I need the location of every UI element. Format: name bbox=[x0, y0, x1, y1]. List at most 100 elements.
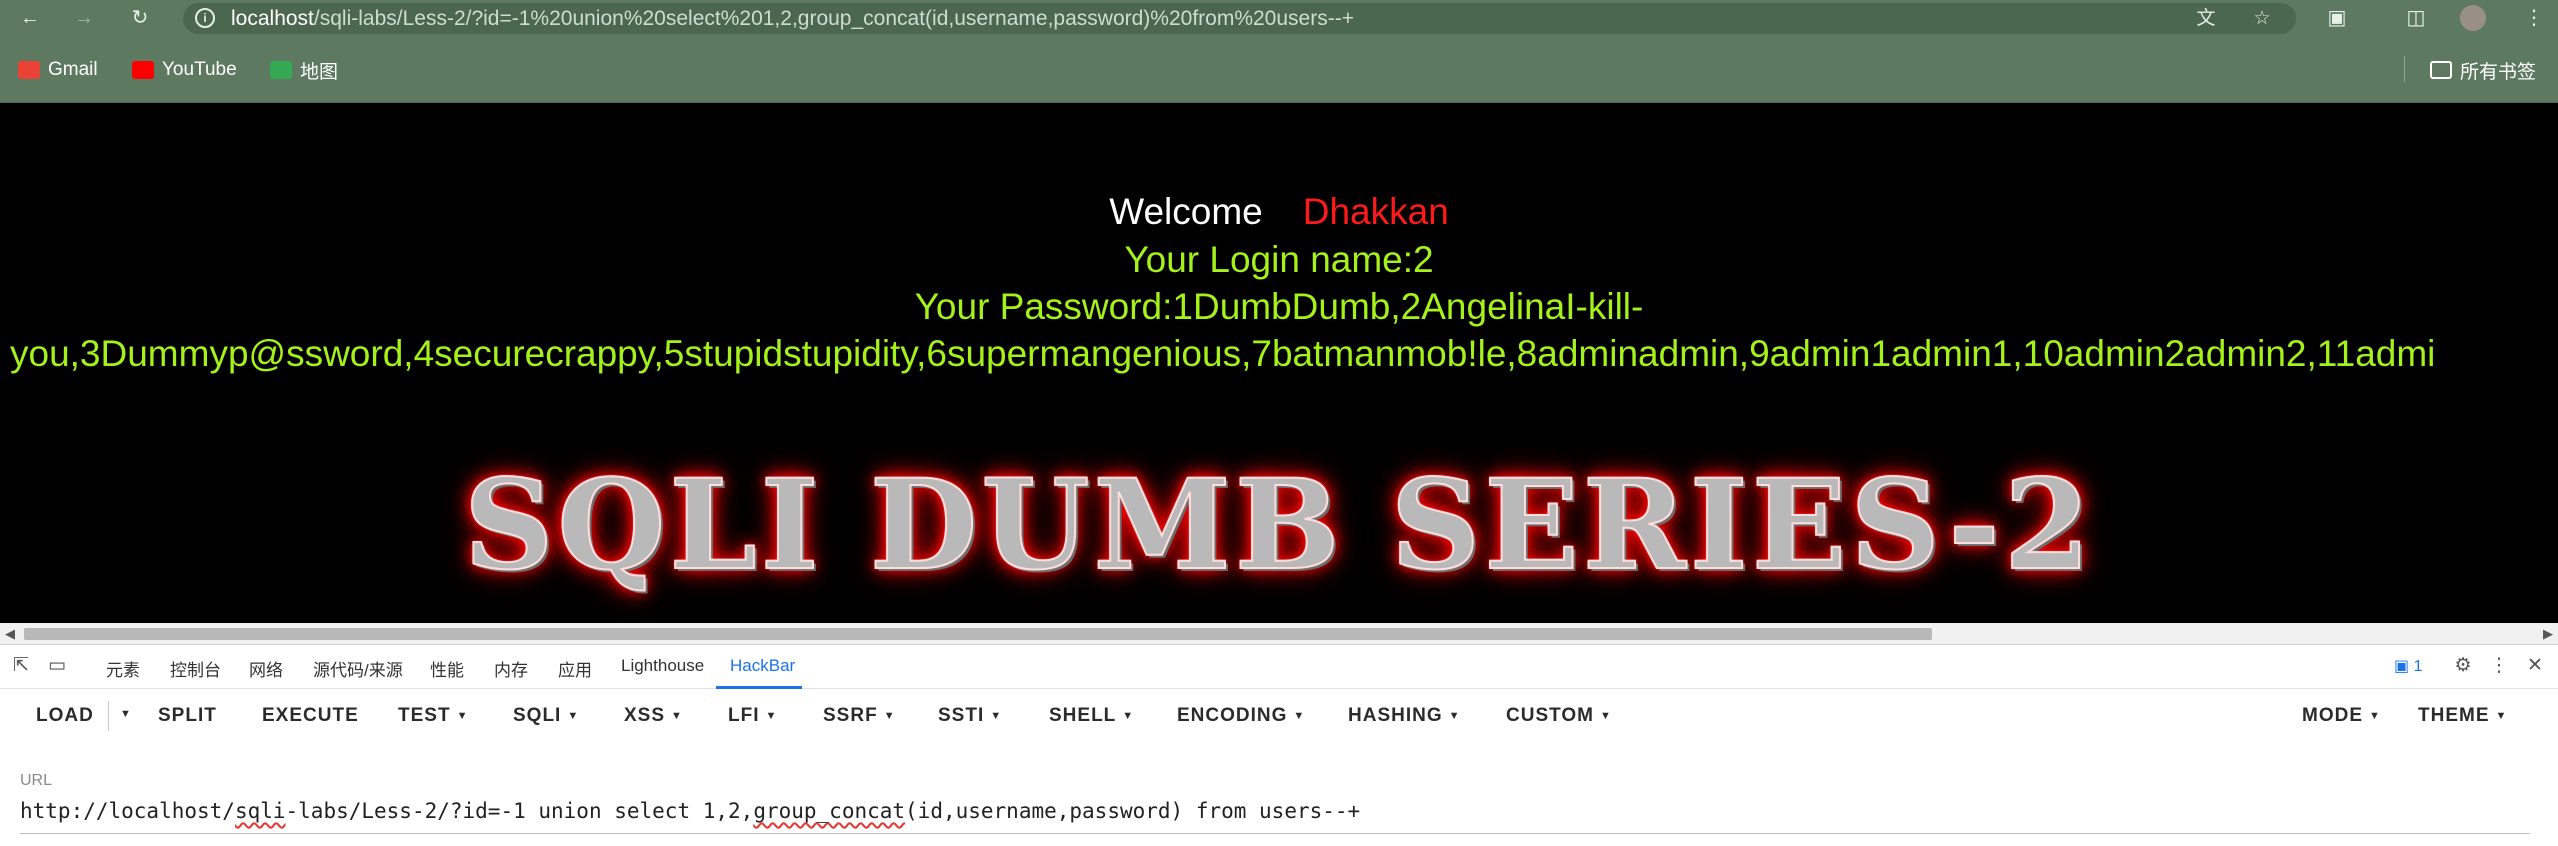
caret-down-icon: ▼ bbox=[567, 709, 580, 722]
devtools-tabbar: ⇱ ▭ 元素 控制台 网络 源代码/来源 性能 内存 应用 Lighthouse… bbox=[0, 644, 2558, 689]
tab-hackbar[interactable]: HackBar bbox=[730, 656, 795, 676]
url-host: localhost bbox=[231, 7, 314, 30]
caret-down-icon: ▼ bbox=[120, 707, 132, 720]
caret-down-icon: ▼ bbox=[883, 709, 896, 722]
forward-arrow-icon[interactable]: → bbox=[70, 4, 98, 32]
load-dropdown-toggle[interactable]: ▼ bbox=[114, 703, 132, 725]
scroll-right-icon[interactable]: ▶ bbox=[2538, 623, 2558, 644]
bookmark-youtube[interactable]: YouTube bbox=[132, 58, 237, 82]
url-part-misspelled: group_concat bbox=[753, 799, 906, 823]
caret-down-icon: ▼ bbox=[2495, 709, 2508, 722]
scrollbar-thumb[interactable] bbox=[24, 628, 1932, 640]
device-toolbar-icon[interactable]: ▭ bbox=[44, 653, 70, 679]
encoding-menu[interactable]: ENCODING ▼ bbox=[1177, 705, 1305, 727]
series-banner: SQLI DUMB SERIES-2 bbox=[463, 452, 2095, 599]
sqli-menu[interactable]: SQLI ▼ bbox=[513, 705, 579, 727]
hashing-menu[interactable]: HASHING ▼ bbox=[1348, 705, 1461, 727]
bookmarks-bar: Gmail YouTube 地图 所有书签 bbox=[0, 36, 2558, 103]
inspect-element-icon[interactable]: ⇱ bbox=[8, 653, 34, 679]
url-input[interactable]: http://localhost/sqli-labs/Less-2/?id=-1… bbox=[20, 799, 1360, 823]
page-content: Welcome Dhakkan Your Login name:2 Your Pa… bbox=[0, 103, 2558, 623]
caret-down-icon: ▼ bbox=[1122, 709, 1135, 722]
welcome-name: Dhakkan bbox=[1302, 191, 1449, 232]
browser-toolbar: ← → ↻ i localhost/sqli-labs/Less-2/?id=-… bbox=[0, 0, 2558, 36]
address-bar[interactable]: i localhost/sqli-labs/Less-2/?id=-1%20un… bbox=[183, 3, 2296, 34]
url-part: http://localhost/ bbox=[20, 799, 235, 823]
test-menu[interactable]: TEST ▼ bbox=[398, 705, 468, 727]
translate-icon[interactable]: 文 bbox=[2193, 6, 2219, 32]
caret-down-icon: ▼ bbox=[456, 709, 469, 722]
xss-menu-label: XSS bbox=[624, 705, 666, 726]
bookmark-label: Gmail bbox=[48, 59, 98, 80]
gmail-icon bbox=[18, 61, 40, 79]
ssrf-menu-label: SSRF bbox=[823, 705, 878, 726]
url-label: URL bbox=[20, 772, 53, 789]
bookmark-label: 地图 bbox=[300, 61, 339, 83]
lfi-menu[interactable]: LFI ▼ bbox=[728, 705, 777, 727]
custom-menu[interactable]: CUSTOM ▼ bbox=[1506, 705, 1612, 727]
address-url[interactable]: localhost/sqli-labs/Less-2/?id=-1%20unio… bbox=[231, 7, 1354, 31]
caret-down-icon: ▼ bbox=[1293, 709, 1306, 722]
url-part: -labs/Less-2/?id=-1 union select 1,2, bbox=[285, 799, 754, 823]
theme-menu[interactable]: THEME ▼ bbox=[2418, 705, 2507, 727]
all-bookmarks[interactable]: 所有书签 bbox=[2430, 58, 2537, 83]
hackbar-menu: LOAD ▼ SPLIT EXECUTE TEST ▼ SQLI ▼ XSS ▼ LF… bbox=[0, 689, 2558, 745]
all-bookmarks-label: 所有书签 bbox=[2460, 61, 2537, 83]
caret-down-icon: ▼ bbox=[765, 709, 778, 722]
youtube-icon bbox=[132, 61, 154, 79]
password-line: Your Password:1DumbDumb,2AngelinaI-kill- bbox=[914, 286, 1644, 327]
tab-memory[interactable]: 内存 bbox=[494, 656, 528, 681]
tab-application[interactable]: 应用 bbox=[558, 656, 592, 681]
xss-menu[interactable]: XSS ▼ bbox=[624, 705, 683, 727]
back-arrow-icon[interactable]: ← bbox=[16, 4, 44, 32]
encoding-menu-label: ENCODING bbox=[1177, 705, 1288, 726]
caret-down-icon: ▼ bbox=[2369, 709, 2381, 722]
hashing-menu-label: HASHING bbox=[1348, 705, 1443, 726]
ssrf-menu[interactable]: SSRF ▼ bbox=[823, 705, 896, 727]
theme-menu-label: THEME bbox=[2418, 705, 2490, 726]
caret-down-icon: ▼ bbox=[990, 709, 1003, 722]
close-icon[interactable]: ✕ bbox=[2522, 653, 2548, 679]
password-line-continued: you,3Dummyp@ssword,4securecrappy,5stupid… bbox=[10, 333, 2436, 374]
settings-gear-icon[interactable]: ⚙ bbox=[2450, 653, 2476, 679]
hackbar-url-panel: URL http://localhost/sqli-labs/Less-2/?i… bbox=[0, 745, 2558, 846]
bookmark-maps[interactable]: 地图 bbox=[270, 58, 339, 83]
issues-badge[interactable]: ▣ 1 bbox=[2394, 656, 2422, 676]
caret-down-icon: ▼ bbox=[1599, 709, 1612, 722]
tab-sources[interactable]: 源代码/来源 bbox=[313, 656, 403, 681]
mode-menu[interactable]: MODE ▼ bbox=[2302, 705, 2381, 727]
custom-menu-label: CUSTOM bbox=[1506, 705, 1594, 726]
ssti-menu[interactable]: SSTI ▼ bbox=[938, 705, 1002, 727]
issues-count: 1 bbox=[2413, 658, 2423, 675]
tab-elements[interactable]: 元素 bbox=[106, 656, 140, 681]
lfi-menu-label: LFI bbox=[728, 705, 760, 726]
folder-icon bbox=[2430, 61, 2452, 79]
tab-performance[interactable]: 性能 bbox=[430, 656, 464, 681]
tab-network[interactable]: 网络 bbox=[249, 656, 283, 681]
sqli-menu-label: SQLI bbox=[513, 705, 562, 726]
test-menu-label: TEST bbox=[398, 705, 451, 726]
site-info-icon[interactable]: i bbox=[195, 8, 215, 28]
execute-button[interactable]: EXECUTE bbox=[262, 705, 359, 727]
issues-icon: ▣ bbox=[2394, 658, 2410, 675]
split-button[interactable]: SPLIT bbox=[158, 705, 217, 727]
profile-avatar[interactable] bbox=[2460, 5, 2486, 31]
ssti-menu-label: SSTI bbox=[938, 705, 985, 726]
load-button[interactable]: LOAD bbox=[36, 705, 94, 727]
shell-menu[interactable]: SHELL ▼ bbox=[1049, 705, 1134, 727]
reload-icon[interactable]: ↻ bbox=[126, 4, 154, 32]
url-part-misspelled: sqli bbox=[234, 799, 286, 823]
tab-lighthouse[interactable]: Lighthouse bbox=[621, 656, 704, 676]
scroll-left-icon[interactable]: ◀ bbox=[0, 623, 20, 644]
mode-menu-label: MODE bbox=[2302, 705, 2363, 726]
devtools-more-icon[interactable]: ⋮ bbox=[2486, 653, 2512, 679]
side-panel-icon[interactable]: ◫ bbox=[2402, 4, 2430, 32]
horizontal-scrollbar[interactable]: ◀ ▶ bbox=[0, 623, 2558, 644]
load-separator bbox=[108, 701, 109, 731]
more-menu-icon[interactable]: ⋮ bbox=[2520, 4, 2548, 32]
extensions-icon[interactable]: ▣ bbox=[2323, 4, 2351, 32]
tab-console[interactable]: 控制台 bbox=[170, 656, 221, 681]
bookmark-star-icon[interactable]: ☆ bbox=[2249, 6, 2275, 32]
bookmark-gmail[interactable]: Gmail bbox=[18, 58, 98, 82]
welcome-text: Welcome bbox=[1109, 191, 1263, 232]
